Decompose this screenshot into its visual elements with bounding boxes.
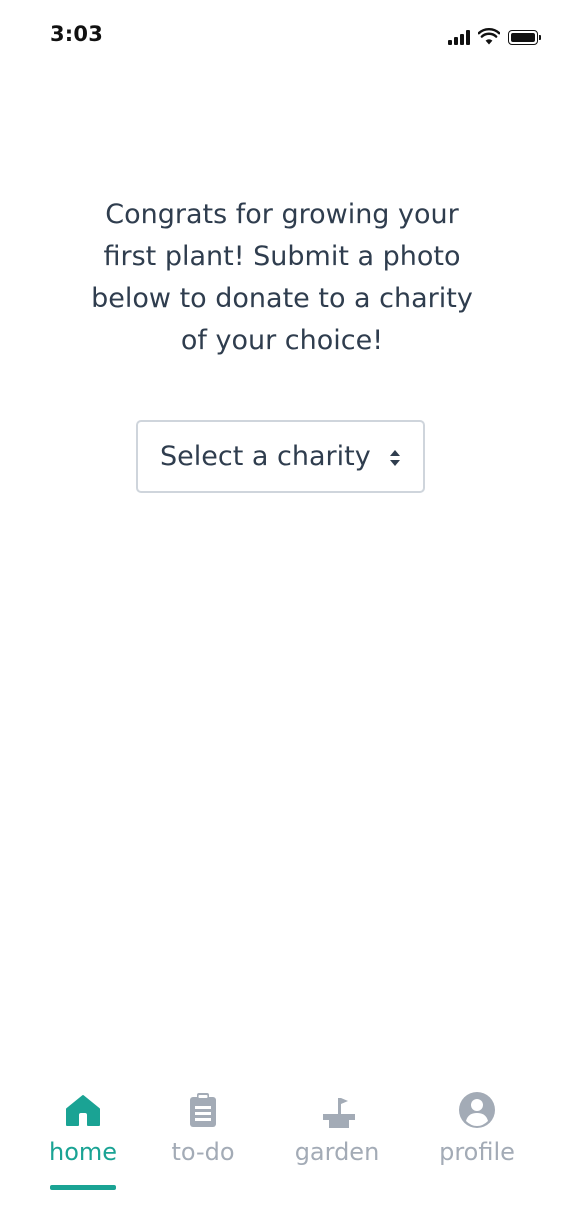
battery-icon	[508, 30, 541, 45]
status-icons	[448, 25, 541, 45]
active-tab-indicator	[50, 1185, 116, 1190]
cellular-signal-icon	[448, 29, 470, 45]
nav-item-home[interactable]: home	[48, 1090, 118, 1194]
nav-label-home: home	[48, 1138, 118, 1166]
charity-select-label: Select a charity	[160, 441, 371, 472]
plant-pot-icon	[323, 1098, 355, 1128]
status-time: 3:03	[50, 22, 104, 46]
nav-label-profile: profile	[439, 1138, 515, 1166]
charity-select[interactable]: Select a charity	[136, 420, 425, 493]
status-bar: 3:03	[0, 0, 564, 70]
wifi-icon	[478, 28, 500, 45]
nav-label-todo: to-do	[171, 1138, 235, 1166]
nav-item-todo[interactable]: to-do	[168, 1090, 238, 1194]
donation-message: Congrats for growing your first plant! S…	[91, 199, 473, 356]
home-icon	[66, 1095, 100, 1126]
nav-item-garden[interactable]: garden	[292, 1090, 382, 1194]
nav-label-garden: garden	[294, 1138, 380, 1166]
user-circle-icon	[459, 1092, 495, 1128]
nav-item-profile[interactable]: profile	[437, 1090, 517, 1194]
bottom-nav: home to-do garden profile	[0, 1090, 564, 1218]
updown-arrows-icon	[390, 450, 400, 466]
clipboard-icon	[190, 1093, 216, 1127]
